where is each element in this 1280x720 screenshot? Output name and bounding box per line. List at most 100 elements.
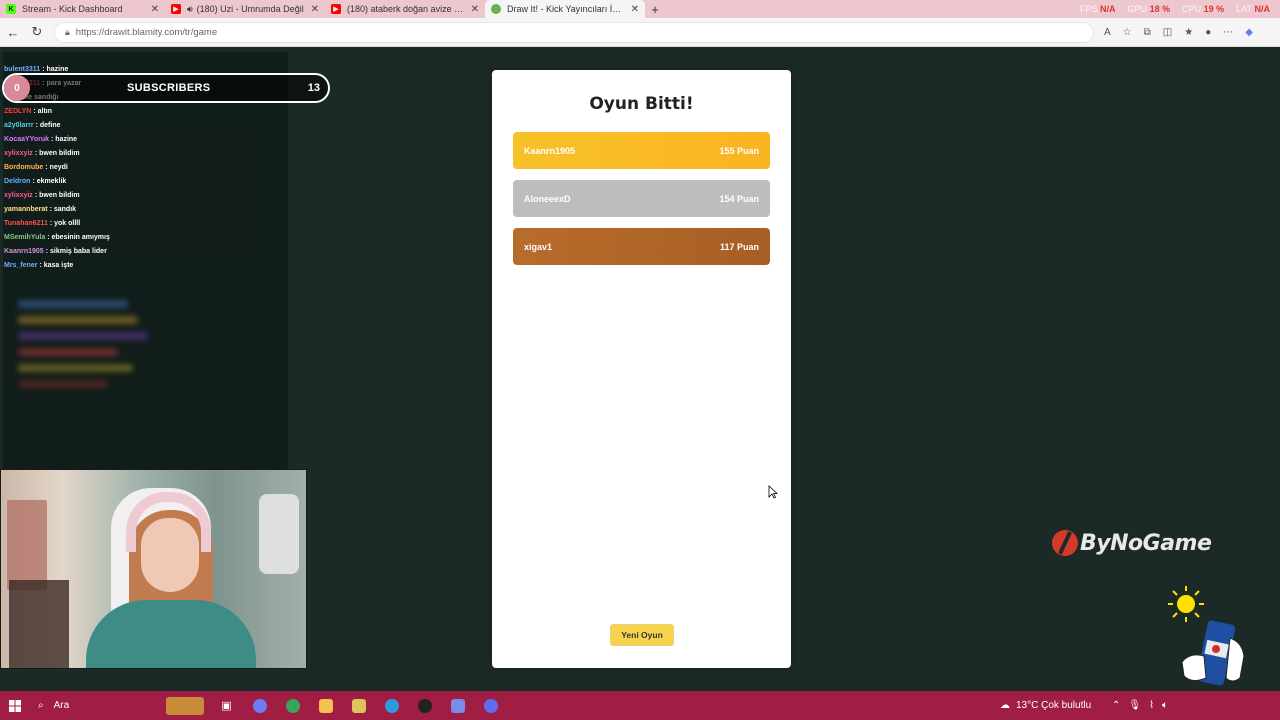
chat-username[interactable]: Tunahan6211 (4, 220, 48, 227)
copilot-icon[interactable]: ◆ (1245, 27, 1253, 38)
result-row-third: xigav1 117 Puan (513, 228, 770, 265)
profile-icon[interactable]: ● (1205, 27, 1211, 38)
chat-username[interactable]: bulent3311 (4, 66, 40, 73)
favorite-star-icon[interactable]: ☆ (1123, 27, 1132, 38)
edge-icon[interactable] (375, 691, 408, 720)
browser-tab-bar: K Stream - Kick Dashboard ✕ ▶ 🔊︎ (180) U… (0, 0, 1280, 18)
youtube-icon: ▶ (331, 4, 341, 14)
subscriber-goal-bar: 0 SUBSCRIBERS 13 (2, 73, 330, 103)
chat-username[interactable]: yamannberat (4, 206, 48, 213)
taskbar-search[interactable]: ⌕ Ara (30, 691, 160, 720)
chevron-up-icon[interactable]: ⌃ (1112, 700, 1120, 711)
chat-username[interactable]: Mrs_fener (4, 262, 37, 269)
new-game-button[interactable]: Yeni Oyun (610, 624, 674, 646)
close-tab-icon[interactable]: ✕ (465, 4, 479, 15)
windows-start-icon[interactable] (0, 691, 30, 720)
chat-text: bwen bildim (39, 150, 80, 157)
chat-username[interactable]: Bordomube (4, 164, 43, 171)
chat-username[interactable]: xylixxyiz (4, 150, 33, 157)
player-score: 154 Puan (719, 193, 759, 204)
more-menu-icon[interactable]: ⋯ (1223, 27, 1233, 38)
widgets-icon[interactable] (160, 691, 210, 720)
chat-message: a2y0larrr: define (4, 122, 61, 129)
chat-username[interactable]: xylixxyiz (4, 192, 33, 199)
app-icon[interactable] (474, 691, 507, 720)
url-text: https://drawit.blamity.com/tr/game (75, 26, 218, 38)
chat-message: xylixxyiz: bwen bildim (4, 192, 80, 199)
close-tab-icon[interactable]: ✕ (625, 4, 639, 15)
player-name: Kaanrn1905 (524, 145, 576, 156)
back-icon[interactable]: ← (2, 21, 24, 43)
sponsor-name: ByNoGame (1080, 530, 1212, 556)
split-screen-icon[interactable]: ◫ (1163, 27, 1172, 38)
chat-username[interactable]: Deldron (4, 178, 30, 185)
obs-icon[interactable] (408, 691, 441, 720)
bynogame-logo-icon (1052, 530, 1078, 556)
file-explorer-icon[interactable] (309, 691, 342, 720)
result-row-first: Kaanrn1905 155 Puan (513, 132, 770, 169)
chat-message: Tunahan6211: yok ollll (4, 220, 81, 227)
chat-text: hazine (55, 136, 78, 143)
chrome-icon[interactable] (276, 691, 309, 720)
chat-message: xylixxyiz: bwen bildim (4, 150, 80, 157)
lock-icon: 🔒︎ (65, 26, 70, 37)
player-score: 155 Puan (719, 145, 759, 156)
copilot-taskbar-icon[interactable] (243, 691, 276, 720)
chat-text: altın (37, 108, 53, 115)
chat-username[interactable]: ZEDLYN (4, 108, 31, 115)
extensions-icon[interactable]: ⧉ (1144, 27, 1151, 38)
chat-message: KocaaYYoruk: hazine (4, 136, 78, 143)
player-name: AloneeexD (524, 193, 571, 204)
chat-message: ZEDLYN: altın (4, 108, 53, 115)
tab-kick-dashboard[interactable]: K Stream - Kick Dashboard ✕ (0, 0, 165, 18)
drawit-icon (491, 4, 501, 14)
close-tab-icon[interactable]: ✕ (145, 4, 159, 15)
subscriber-count: 0 (4, 75, 30, 101)
windows-taskbar: ⌕ Ara ▣ ☁ 13°C Çok bulutlu ⌃ 🎙︎ ⌇ 🔈︎ (0, 691, 1280, 720)
volume-icon[interactable]: 🔈︎ (1162, 700, 1168, 711)
favorites-icon[interactable]: ★ (1184, 27, 1193, 38)
subscriber-label: SUBSCRIBERS (127, 82, 211, 94)
refresh-icon[interactable]: ↻ (26, 21, 48, 43)
tab-title: (180) ataberk doğan avize - YouTube (347, 4, 465, 14)
chat-text: yok ollll (54, 220, 81, 227)
tab-youtube-avize[interactable]: ▶ (180) ataberk doğan avize - YouTube ✕ (325, 0, 485, 18)
microphone-icon (259, 494, 299, 574)
system-stats-overlay: FPS N/A GPU 18 % CPU 19 % LAT N/A (1080, 0, 1270, 18)
tab-title: (180) Uzi - Umrumda Değil (196, 4, 304, 14)
chat-message: Kaanrn1905: sikmiş baba lider (4, 248, 107, 255)
chat-text: neydi (49, 164, 68, 171)
kick-icon: K (6, 4, 16, 14)
chat-text: sandık (53, 206, 77, 213)
mic-tray-icon[interactable]: 🎙︎ (1128, 700, 1141, 711)
chat-message: MSemihYula: ebesinin amıymış (4, 234, 110, 241)
chat-username[interactable]: MSemihYula (4, 234, 45, 241)
chat-username[interactable]: KocaaYYoruk (4, 136, 49, 143)
weather-widget[interactable]: ☁ 13°C Çok bulutlu (1000, 691, 1091, 720)
read-aloud-icon[interactable]: A (1104, 27, 1111, 38)
game-page: bulent3311: hazinebulent3311: para yazar… (0, 47, 1280, 691)
subscriber-goal: 13 (307, 82, 320, 94)
chat-text: sikmiş baba lider (49, 248, 107, 255)
chat-message: yamannberat: sandık (4, 206, 77, 213)
chat-username[interactable]: a2y0larrr (4, 122, 34, 129)
faded-chat (18, 292, 158, 412)
chat-text: bwen bildim (39, 192, 80, 199)
mouse-cursor-icon (768, 485, 778, 499)
chat-username[interactable]: Kaanrn1905 (4, 248, 44, 255)
store-icon[interactable] (342, 691, 375, 720)
tab-drawit[interactable]: Draw It! - Kick Yayıncıları İçin Çizim ✕ (485, 0, 645, 18)
url-field[interactable]: 🔒︎ https://drawit.blamity.com/tr/game (54, 21, 1094, 43)
close-tab-icon[interactable]: ✕ (305, 4, 319, 15)
network-icon[interactable]: ⌇ (1149, 700, 1154, 711)
chat-text: hazine (46, 66, 69, 73)
new-tab-button[interactable]: + (645, 2, 665, 17)
speaker-icon[interactable]: 🔊︎ (187, 4, 193, 15)
youtube-icon: ▶ (171, 4, 181, 14)
player-name: xigav1 (524, 241, 553, 252)
discord-tool-icon[interactable] (441, 691, 474, 720)
task-view-icon[interactable]: ▣ (210, 691, 243, 720)
chat-message: Mrs_fener: kasa işte (4, 262, 74, 269)
tab-youtube-uzi[interactable]: ▶ 🔊︎ (180) Uzi - Umrumda Değil ✕ (165, 0, 325, 18)
game-over-dialog: Oyun Bitti! Kaanrn1905 155 Puan Aloneeex… (492, 70, 791, 668)
